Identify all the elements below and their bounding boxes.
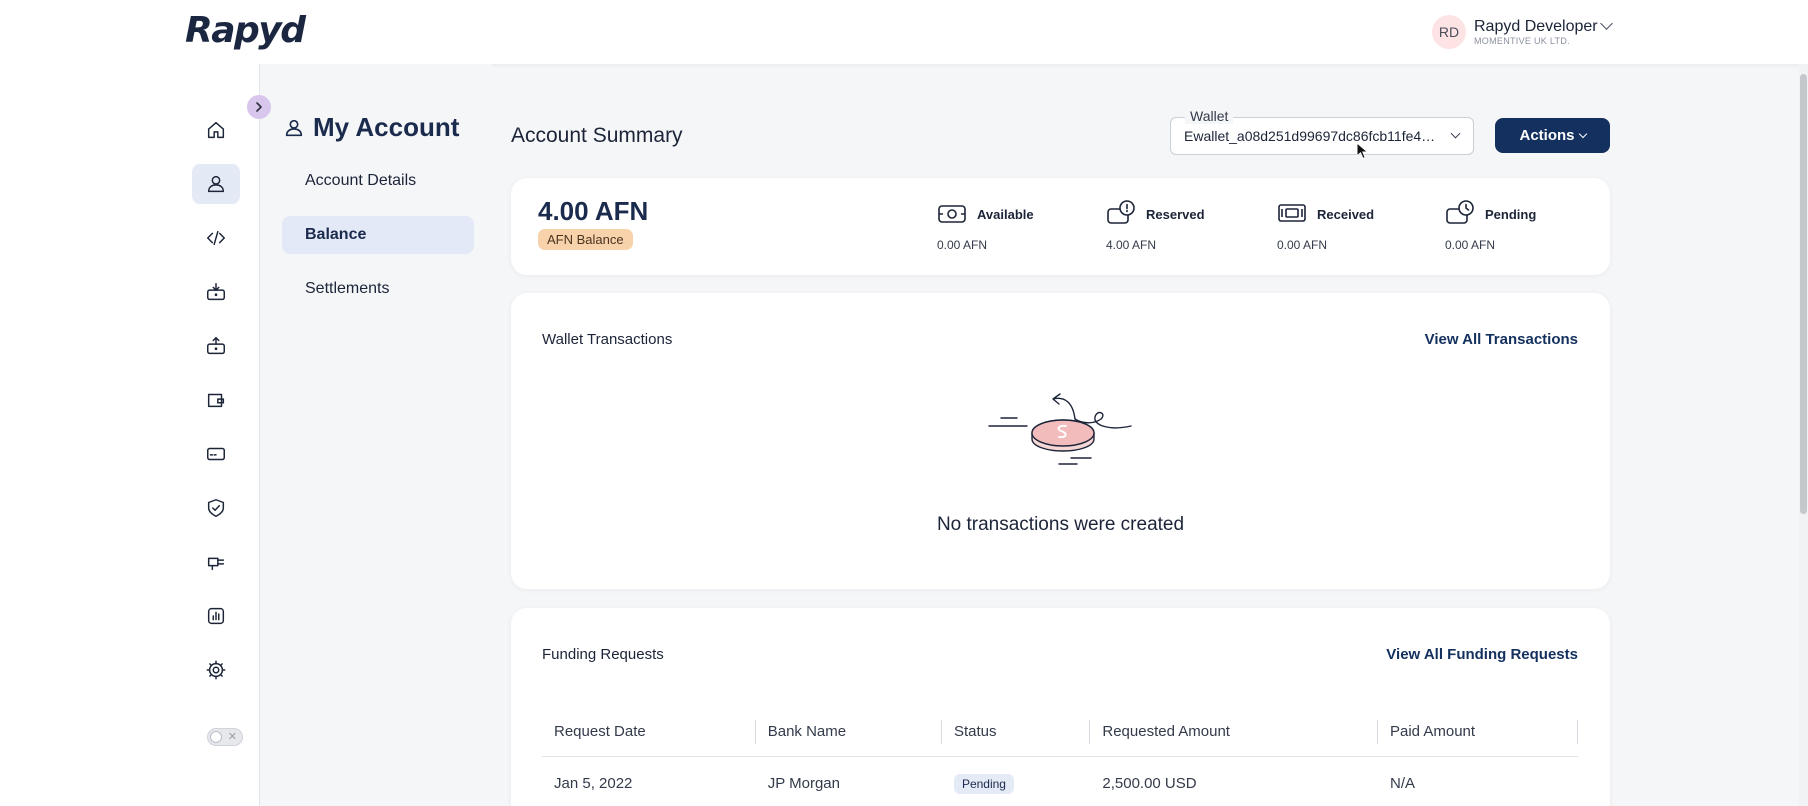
view-all-funding-requests-link[interactable]: View All Funding Requests: [1386, 646, 1578, 663]
sidebar-item-compliance[interactable]: [192, 488, 240, 528]
chevron-down-icon[interactable]: [1600, 17, 1613, 30]
column-header-label: Paid Amount: [1389, 723, 1476, 741]
metric-label: Pending: [1485, 207, 1537, 222]
chevron-down-icon: [1450, 128, 1461, 139]
status-badge: Pending: [953, 773, 1014, 794]
sidebar-item-reports[interactable]: [192, 596, 240, 636]
user-info[interactable]: Rapyd Developer MOMENTIVE UK LTD.: [1474, 18, 1598, 46]
pending-icon: [1446, 200, 1474, 224]
column-divider: [1577, 720, 1578, 744]
sidebar-item-settings[interactable]: [192, 650, 240, 690]
chevron-down-icon: [1578, 129, 1587, 139]
balance-amount: 4.00 AFN: [538, 196, 649, 226]
close-icon: ✕: [227, 731, 237, 743]
actions-button-label: Actions: [1519, 127, 1575, 144]
page-title: Account Summary: [511, 124, 683, 147]
cell-requested-amount: 2,500.00 USD: [1102, 775, 1197, 793]
cell-status: Pending: [942, 756, 1090, 806]
subnav-title: My Account: [283, 112, 459, 143]
funding-requests-table: Request Date Bank Name Status Requested …: [542, 708, 1578, 806]
rapyd-logo[interactable]: Rapyd: [185, 10, 306, 51]
sidebar-item-cards[interactable]: [192, 434, 240, 474]
column-header-label: Requested Amount: [1102, 723, 1230, 741]
user-name: Rapyd Developer: [1474, 18, 1598, 35]
column-header[interactable]: Requested Amount: [1090, 708, 1378, 757]
subnav-title-text: My Account: [313, 112, 460, 142]
cell-request-date: Jan 5, 2022: [554, 775, 633, 793]
sidebar-item-integrations[interactable]: [192, 542, 240, 582]
wallet-select[interactable]: Wallet Ewallet_a08d251d99697dc86fcb11fe4…: [1170, 108, 1474, 155]
section-title: Wallet Transactions: [542, 331, 673, 348]
balance-card: 4.00 AFN AFN Balance Available 0.00 AFN …: [511, 178, 1610, 275]
column-header[interactable]: Paid Amount: [1377, 708, 1578, 757]
collect-icon: [207, 283, 225, 301]
table-row[interactable]: Jan 5, 2022 JP Morgan Pending 2,500.00 U…: [542, 756, 1578, 806]
sidebar-collapse-button[interactable]: [247, 95, 271, 119]
theme-toggle[interactable]: ✕: [207, 728, 243, 746]
shield-check-icon: [207, 499, 225, 517]
subnav-item-balance[interactable]: Balance: [282, 216, 474, 254]
table-header-row: Request Date Bank Name Status Requested …: [542, 708, 1578, 757]
card-icon: [207, 447, 225, 461]
column-header-label: Request Date: [554, 723, 646, 741]
cell-bank-name: JP Morgan: [767, 775, 840, 793]
metric-value: 4.00 AFN: [1106, 238, 1157, 252]
actions-button[interactable]: Actions: [1495, 118, 1610, 153]
wallet-transactions-card: Wallet Transactions View All Transaction…: [511, 293, 1610, 589]
top-header: Rapyd RD Rapyd Developer MOMENTIVE UK LT…: [0, 0, 1808, 64]
subnav-item-settlements[interactable]: Settlements: [282, 270, 474, 308]
wallet-value: Ewallet_a08d251d99697dc86fcb11fe4e5ad5b9: [1184, 128, 1442, 144]
plug-icon: [207, 557, 225, 571]
section-title: Funding Requests: [542, 646, 664, 663]
reports-icon: [207, 607, 225, 625]
available-icon: [938, 205, 966, 223]
metric-value: 0.00 AFN: [1445, 238, 1496, 252]
column-header-label: Bank Name: [767, 723, 847, 741]
subnav-item-account-details[interactable]: Account Details: [282, 162, 474, 200]
sidebar-item-developers[interactable]: [192, 218, 240, 258]
sidebar-item-collect[interactable]: [192, 272, 240, 312]
sidebar-item-wallets[interactable]: [192, 380, 240, 420]
column-header[interactable]: Status: [941, 708, 1091, 757]
column-header[interactable]: Bank Name: [755, 708, 942, 757]
toggle-knob: [210, 731, 222, 743]
code-icon: [207, 230, 225, 246]
mouse-cursor-icon: [1356, 142, 1369, 160]
metric-value: 0.00 AFN: [937, 238, 988, 252]
cell-paid-amount: N/A: [1389, 775, 1415, 793]
metric-value: 0.00 AFN: [1277, 238, 1328, 252]
disburse-icon: [207, 337, 225, 355]
user-org: MOMENTIVE UK LTD.: [1474, 36, 1570, 46]
currency-badge: AFN Balance: [538, 229, 633, 250]
sidebar-item-home[interactable]: [192, 110, 240, 150]
scrollbar-thumb[interactable]: [1800, 74, 1807, 514]
reserved-icon: [1107, 200, 1135, 224]
metric-label: Available: [977, 207, 1034, 222]
coin-illustration-icon: [988, 393, 1132, 465]
user-menu[interactable]: RD Rapyd Developer MOMENTIVE UK LTD.: [1432, 15, 1613, 49]
page-scrollbar[interactable]: [1799, 64, 1808, 806]
avatar[interactable]: RD: [1432, 15, 1466, 49]
column-header-label: Status: [953, 723, 997, 741]
home-icon: [207, 121, 225, 139]
metric-label: Received: [1317, 207, 1375, 222]
view-all-transactions-link[interactable]: View All Transactions: [1425, 331, 1578, 348]
user-icon: [207, 175, 225, 193]
wallet-icon: [207, 393, 225, 408]
received-icon: [1278, 204, 1306, 222]
funding-requests-card: Funding Requests View All Funding Reques…: [511, 608, 1610, 806]
gear-icon: [206, 660, 226, 680]
wallet-label: Wallet: [1185, 108, 1234, 124]
user-icon: [285, 119, 303, 136]
empty-state-text: No transactions were created: [936, 514, 1185, 535]
metric-label: Reserved: [1146, 207, 1205, 222]
column-header[interactable]: Request Date: [542, 708, 756, 757]
sidebar-item-account[interactable]: [192, 164, 240, 204]
chevron-right-icon: [256, 102, 262, 112]
sidebar-item-disburse[interactable]: [192, 326, 240, 366]
